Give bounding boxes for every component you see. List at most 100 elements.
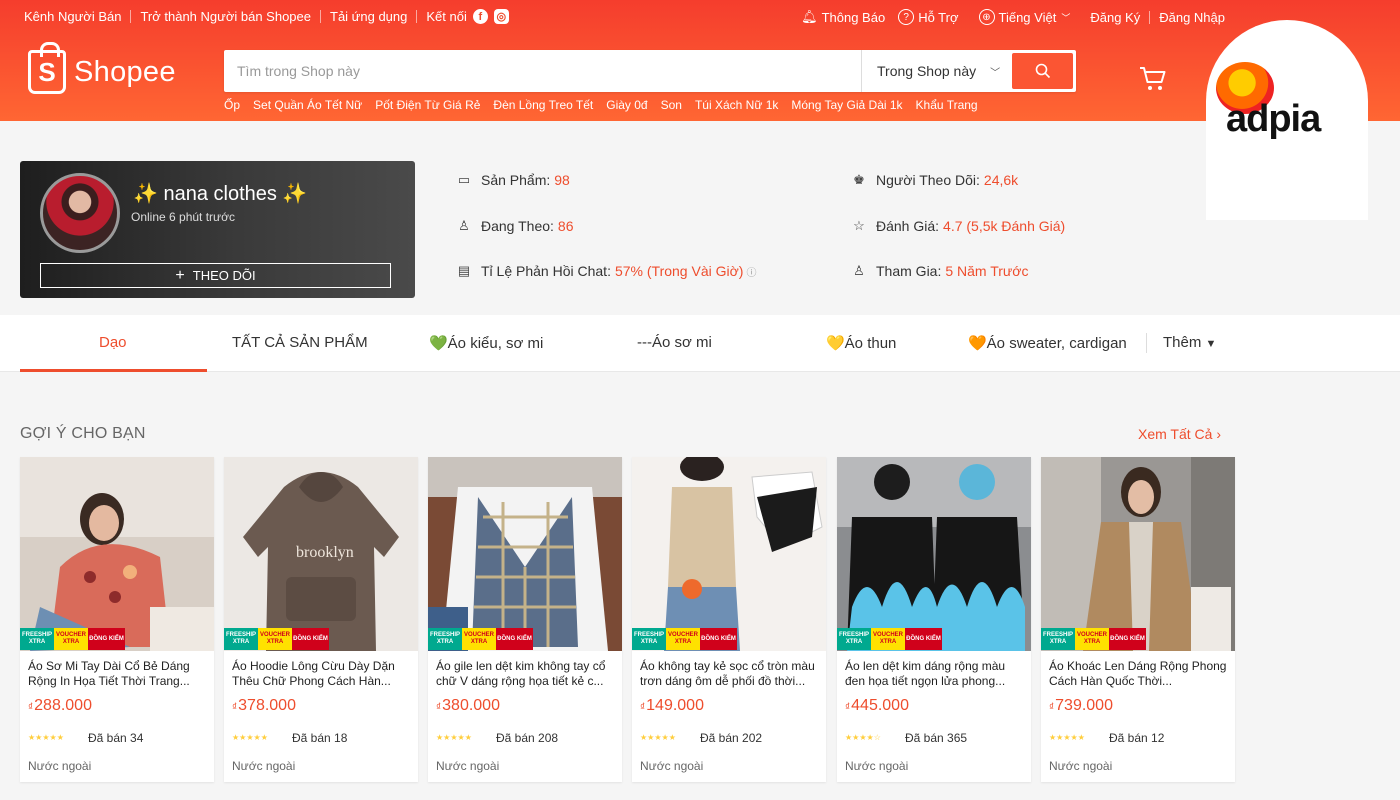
product-image[interactable] (428, 457, 622, 651)
shop-avatar[interactable] (40, 173, 120, 253)
product-image[interactable] (632, 457, 826, 651)
currency-symbol: ₫ (436, 702, 442, 713)
info-icon[interactable]: ⓘ (746, 264, 756, 279)
suggestion-link[interactable]: Khẩu Trang (916, 98, 978, 112)
currency-symbol: ₫ (845, 702, 851, 713)
suggestion-link[interactable]: Móng Tay Giả Dài 1k (791, 98, 902, 112)
tab-tshirt[interactable]: 💛Áo thun (826, 334, 896, 352)
instagram-icon[interactable]: ◎ (493, 9, 509, 24)
product-badges: FREESHIP XTRA VOUCHER XTRA ĐỒNG KIỂM (1041, 628, 1146, 650)
stat-value: 24,6k (983, 172, 1019, 188)
suggestion-link[interactable]: Ốp (224, 98, 240, 112)
suggestion-link[interactable]: Đèn Lồng Treo Tết (493, 98, 593, 112)
tab-more[interactable]: Thêm ▼ (1163, 334, 1216, 351)
rating-stars: ★★★★★ (1049, 733, 1085, 742)
price-value: 445.000 (851, 697, 909, 714)
product-card[interactable]: FREESHIP XTRA VOUCHER XTRA ĐỒNG KIỂM Áo … (632, 457, 826, 782)
sold-count: Đã bán 202 (700, 731, 763, 745)
tab-blouse-shirt[interactable]: 💚Áo kiểu, sơ mi (429, 334, 543, 352)
view-all-label: Xem Tất Cả (1138, 426, 1213, 442)
plus-icon: + (175, 266, 185, 284)
login-link[interactable]: Đăng Nhập (1159, 10, 1225, 25)
product-location: Nước ngoài (845, 759, 909, 773)
suggestion-link[interactable]: Pốt Điện Từ Giá Rẻ (375, 98, 480, 112)
product-card[interactable]: FREESHIP XTRA VOUCHER XTRA ĐỒNG KIỂM Áo … (837, 457, 1031, 782)
rating-stars: ★★★★★ (436, 733, 472, 742)
voucher-badge: VOUCHER XTRA (871, 628, 905, 650)
product-image[interactable] (837, 457, 1031, 651)
chevron-down-icon: ﹀ (1061, 12, 1071, 23)
suggestion-link[interactable]: Giày 0đ (606, 98, 647, 112)
top-navbar: Kênh Người Bán Trở thành Người bán Shope… (0, 0, 1400, 34)
follow-button[interactable]: + THEO DÕI (40, 263, 391, 288)
shop-online-status: Online 6 phút trước (131, 210, 235, 224)
cart-button[interactable] (1139, 66, 1167, 97)
product-badges: FREESHIP XTRA VOUCHER XTRA ĐỒNG KIỂM (428, 628, 533, 650)
register-link[interactable]: Đăng Ký (1090, 10, 1140, 25)
user-icon: ♙ (853, 263, 865, 278)
chat-icon: ▤ (457, 263, 471, 278)
seller-center-link[interactable]: Kênh Người Bán (24, 9, 121, 24)
search-scope-dropdown[interactable]: Trong Shop này ﹀ (861, 50, 1011, 92)
suggestion-link[interactable]: Son (661, 98, 682, 112)
sold-count: Đã bán 18 (292, 731, 348, 745)
tab-divider (1146, 333, 1147, 353)
search-input[interactable]: Tìm trong Shop này (237, 63, 360, 79)
rating-stars: ★★★★★ (232, 733, 268, 742)
store-icon: ▭ (457, 172, 471, 187)
product-location: Nước ngoài (640, 759, 704, 773)
stat-chat-response: ▤ Tỉ Lệ Phản Hồi Chat: 57% (Trong Vài Gi… (456, 263, 757, 279)
search-button[interactable] (1012, 53, 1073, 89)
currency-symbol: ₫ (1049, 702, 1055, 713)
product-location: Nước ngoài (1049, 759, 1113, 773)
product-title: Áo gile len dệt kim không tay cổ chữ V d… (436, 659, 606, 688)
stat-label: Người Theo Dõi: (876, 172, 980, 188)
voucher-badge: VOUCHER XTRA (54, 628, 88, 650)
product-card[interactable]: FREESHIP XTRA VOUCHER XTRA ĐỒNG KIỂM Áo … (1041, 457, 1235, 782)
suggestion-link[interactable]: Túi Xách Nữ 1k (695, 98, 778, 112)
product-image[interactable]: brooklyn (224, 457, 418, 651)
dongkiem-badge: ĐỒNG KIỂM (905, 628, 942, 650)
freeship-badge: FREESHIP XTRA (632, 628, 666, 650)
product-title: Áo len dệt kim dáng rộng màu đen họa tiế… (845, 659, 1006, 688)
dongkiem-badge: ĐỒNG KIỂM (700, 628, 737, 650)
product-image[interactable] (20, 457, 214, 651)
search-icon (1035, 63, 1050, 79)
stat-value: 98 (554, 172, 570, 188)
stat-label: Tham Gia: (876, 263, 942, 279)
notifications-link[interactable]: 🔔︎ Thông Báo (801, 9, 885, 25)
product-price: ₫739.000 (1049, 697, 1113, 715)
tab-dao[interactable]: Dạo (99, 334, 127, 351)
globe-icon: ⊕ (978, 9, 995, 25)
user-icon: ♙ (458, 218, 470, 233)
view-all-link[interactable]: Xem Tất Cả › (1138, 426, 1221, 442)
suggestion-link[interactable]: Set Quần Áo Tết Nữ (253, 98, 362, 112)
product-card[interactable]: FREESHIP XTRA VOUCHER XTRA ĐỒNG KIỂM Áo … (20, 457, 214, 782)
dongkiem-badge: ĐỒNG KIỂM (1109, 628, 1146, 650)
rating-stars: ★★★★★ (28, 733, 64, 742)
currency-symbol: ₫ (28, 702, 34, 713)
freeship-badge: FREESHIP XTRA (1041, 628, 1075, 650)
shopee-logo[interactable]: S Shopee (28, 42, 176, 94)
become-seller-link[interactable]: Trở thành Người bán Shopee (140, 9, 311, 24)
sold-count: Đã bán 34 (88, 731, 144, 745)
adpia-wordmark: adpia (1226, 98, 1321, 140)
product-price: ₫149.000 (640, 697, 704, 715)
tab-all-products[interactable]: TẤT CẢ SẢN PHẨM (232, 334, 368, 351)
rating-stars: ★★★★☆ (845, 733, 881, 742)
language-selector[interactable]: ⊕ Tiếng Việt ﹀ (978, 9, 1071, 25)
sold-count: Đã bán 12 (1109, 731, 1165, 745)
help-link[interactable]: ? Hỗ Trợ (898, 9, 959, 25)
facebook-icon[interactable]: f (472, 9, 488, 24)
product-image[interactable] (1041, 457, 1235, 651)
product-title: Áo không tay kẻ sọc cổ tròn màu trơn dán… (640, 659, 815, 688)
tab-shirt[interactable]: ---Áo sơ mi (637, 334, 712, 351)
product-location: Nước ngoài (28, 759, 92, 773)
product-card[interactable]: FREESHIP XTRA VOUCHER XTRA ĐỒNG KIỂM Áo … (428, 457, 622, 782)
stat-products: ▭ Sản Phẩm: 98 (456, 172, 570, 188)
product-card[interactable]: brooklyn FREESHIP XTRA VOUCHER XTRA ĐỒNG… (224, 457, 418, 782)
download-app-link[interactable]: Tải ứng dụng (330, 9, 407, 24)
product-price: ₫445.000 (845, 697, 909, 715)
tab-sweater-cardigan[interactable]: 🧡Áo sweater, cardigan (968, 334, 1127, 352)
product-price: ₫288.000 (28, 697, 92, 715)
